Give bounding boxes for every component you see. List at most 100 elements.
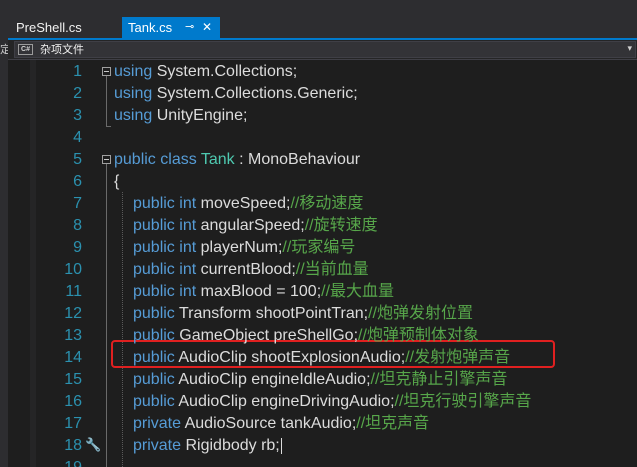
code-line[interactable]: 13 public GameObject preShellGo;//炮弹预制体对象 [8, 325, 637, 347]
code-text: public Transform shootPointTran;//炮弹发射位置 [133, 303, 473, 325]
code-text: public int playerNum;//玩家编号 [133, 237, 355, 259]
line-number: 10 [64, 261, 82, 278]
code-text: using UnityEngine; [114, 105, 247, 127]
code-text: private AudioSource tankAudio;//坦克声音 [133, 413, 429, 435]
code-line[interactable]: 19 [8, 457, 637, 467]
code-token: System.Collections.Generic; [152, 85, 358, 102]
project-dropdown[interactable]: C# 杂项文件 ▾ [14, 41, 636, 58]
code-line[interactable]: 14 public AudioClip shootExplosionAudio;/… [8, 347, 637, 369]
code-editor[interactable]: 1 using System.Collections; 2 using System.… [8, 60, 637, 467]
code-line[interactable]: 10 public int currentBlood;//当前血量 [8, 259, 637, 281]
csharp-project-icon: C# [18, 44, 33, 55]
code-comment: //坦克声音 [356, 415, 430, 432]
code-token: currentBlood; [196, 261, 296, 278]
code-text: public int moveSpeed;//移动速度 [133, 193, 363, 215]
code-line[interactable]: 5 public class Tank : MonoBehaviour [8, 149, 637, 171]
code-line[interactable]: 17 private AudioSource tankAudio;//坦克声音 [8, 413, 637, 435]
quick-action-wrench-icon[interactable]: 🔧 [85, 435, 101, 457]
line-number: 13 [64, 327, 82, 344]
code-line[interactable]: 11 public int maxBlood = 100;//最大血量 [8, 281, 637, 303]
code-token: Rigidbody rb; [181, 437, 280, 454]
text-caret [281, 438, 282, 454]
code-line[interactable]: 15 public AudioClip engineIdleAudio;//坦克静… [8, 369, 637, 391]
code-keyword: public [133, 393, 175, 410]
code-line[interactable]: 1 using System.Collections; [8, 61, 637, 83]
code-line[interactable]: 18 🔧 private Rigidbody rb; [8, 435, 637, 457]
code-keyword: int [179, 283, 197, 300]
code-token: maxBlood = 100; [196, 283, 322, 300]
line-number: 11 [65, 283, 82, 300]
code-token: { [114, 173, 120, 190]
code-keyword: public [133, 261, 175, 278]
line-number: 8 [73, 217, 82, 234]
code-keyword: public [133, 217, 175, 234]
code-keyword: using [114, 63, 153, 80]
code-line[interactable]: 16 public AudioClip engineDrivingAudio;//… [8, 391, 637, 413]
code-keyword: private [133, 415, 182, 432]
line-number: 19 [48, 457, 82, 467]
code-token: : MonoBehaviour [234, 151, 361, 168]
code-token: UnityEngine; [152, 107, 248, 124]
code-comment: //发射炮弹声音 [405, 349, 511, 366]
code-line[interactable]: 4 [8, 127, 637, 149]
line-number: 16 [64, 393, 82, 410]
code-text: public AudioClip engineDrivingAudio;//坦克… [133, 391, 531, 413]
line-number: 1 [73, 63, 82, 80]
document-tab-strip: PreShell.cs Tank.cs ⊸ ✕ [0, 0, 637, 38]
line-number: 18 [64, 437, 82, 454]
code-comment: //旋转速度 [304, 217, 378, 234]
close-icon[interactable]: ✕ [202, 17, 212, 38]
code-type: Tank [200, 151, 235, 168]
code-line[interactable]: 2 using System.Collections.Generic; [8, 83, 637, 105]
line-number: 7 [73, 195, 82, 212]
code-comment: //玩家编号 [282, 239, 356, 256]
tab-preshell[interactable]: PreShell.cs [8, 17, 112, 38]
code-keyword: public [133, 327, 175, 344]
code-line[interactable]: 8 public int angularSpeed;//旋转速度 [8, 215, 637, 237]
code-keyword: public [133, 195, 175, 212]
code-text: public AudioClip shootExplosionAudio;//发… [133, 347, 510, 369]
line-number: 3 [73, 107, 82, 124]
collapse-icon[interactable] [102, 67, 111, 76]
code-keyword: using [114, 107, 153, 124]
code-line[interactable]: 3 using UnityEngine; [8, 105, 637, 127]
code-keyword: public [133, 283, 175, 300]
line-number: 9 [73, 239, 82, 256]
code-text: public int angularSpeed;//旋转速度 [133, 215, 378, 237]
code-text: public class Tank : MonoBehaviour [114, 149, 360, 171]
tab-label: Tank.cs [128, 20, 173, 35]
code-token: AudioClip engineDrivingAudio; [174, 393, 395, 410]
code-text: using System.Collections; [114, 61, 297, 83]
code-text: using System.Collections.Generic; [114, 83, 358, 105]
code-line[interactable]: 9 public int playerNum;//玩家编号 [8, 237, 637, 259]
code-comment: //坦克行驶引擎声音 [394, 393, 532, 410]
pin-icon[interactable]: ⊸ [185, 17, 194, 38]
code-keyword: private [133, 437, 182, 454]
code-line[interactable]: 6{ [8, 171, 637, 193]
code-comment: //炮弹预制体对象 [358, 327, 479, 344]
navigation-bar: C# 杂项文件 ▾ [8, 40, 637, 60]
code-token: System.Collections; [152, 63, 298, 80]
line-number: 5 [73, 151, 82, 168]
tab-tank[interactable]: Tank.cs ⊸ ✕ [122, 17, 220, 38]
line-number: 6 [73, 173, 82, 190]
code-token: GameObject preShellGo; [174, 327, 359, 344]
code-comment: //最大血量 [321, 283, 395, 300]
code-token: Transform shootPointTran; [174, 305, 369, 322]
code-text: public GameObject preShellGo;//炮弹预制体对象 [133, 325, 479, 347]
line-number: 14 [64, 349, 82, 366]
code-comment: //移动速度 [290, 195, 364, 212]
code-line[interactable]: 12 public Transform shootPointTran;//炮弹发射… [8, 303, 637, 325]
code-comment: //炮弹发射位置 [368, 305, 473, 322]
code-keyword: public [133, 305, 175, 322]
code-text: public int currentBlood;//当前血量 [133, 259, 369, 281]
code-keyword: int [179, 217, 197, 234]
code-line[interactable]: 7 public int moveSpeed;//移动速度 [8, 193, 637, 215]
code-keyword: public [133, 371, 175, 388]
project-label: 杂项文件 [40, 43, 84, 56]
collapse-icon[interactable] [102, 155, 111, 164]
code-keyword: int [179, 239, 197, 256]
code-keyword: class [160, 151, 197, 168]
code-token: angularSpeed; [196, 217, 305, 234]
chevron-down-icon[interactable]: ▾ [627, 42, 632, 57]
